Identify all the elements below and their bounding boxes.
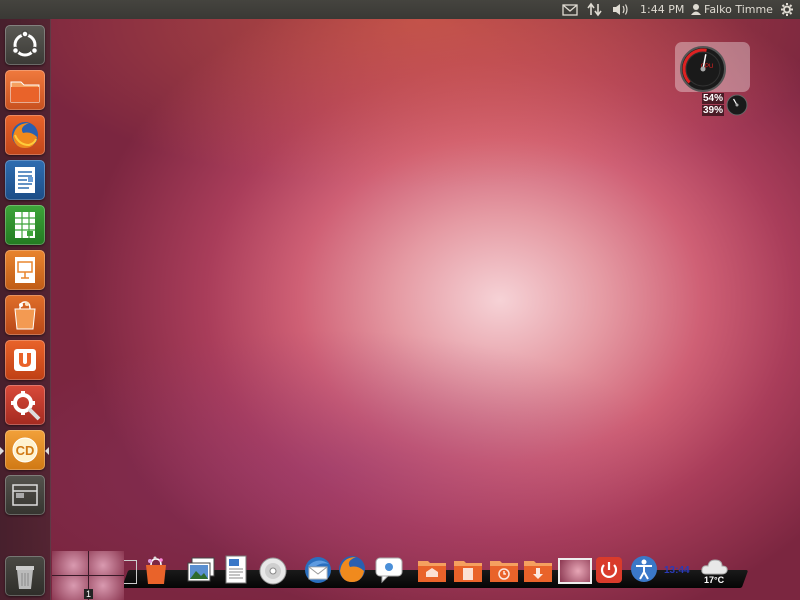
calc-icon — [15, 212, 35, 238]
system-settings-button[interactable] — [5, 385, 45, 425]
firefox-dock-icon[interactable] — [336, 553, 368, 585]
workspace-icon — [12, 484, 38, 506]
ubuntu-one-button[interactable] — [5, 340, 45, 380]
libreoffice-impress-button[interactable] — [5, 250, 45, 290]
cairo-dock: 1 13:44 17°C — [0, 548, 800, 600]
firefox-button[interactable] — [5, 115, 45, 155]
impress-icon — [15, 257, 35, 283]
home-folder-dock-icon[interactable] — [416, 556, 448, 584]
dash-home-button[interactable] — [5, 25, 45, 65]
cairo-dock-button[interactable]: CD — [5, 430, 45, 470]
clock-label[interactable]: 1:44 PM — [640, 0, 684, 19]
cd-disc-icon[interactable] — [258, 556, 288, 586]
user-name[interactable]: Falko Timme — [704, 0, 773, 19]
chat-bubble-icon[interactable] — [374, 555, 404, 585]
shopping-bag-icon — [14, 301, 36, 330]
writer-icon — [15, 167, 35, 193]
workspace-preview[interactable]: 1 — [52, 551, 124, 600]
mail-icon[interactable] — [562, 0, 578, 19]
cpu-gauge-icon: CPU — [680, 46, 726, 92]
image-viewer-icon[interactable] — [186, 556, 216, 586]
power-icon[interactable] — [594, 556, 624, 584]
software-center-button[interactable] — [5, 295, 45, 335]
workspace-preview-edge — [124, 560, 137, 584]
software-center-dock-icon[interactable] — [142, 556, 170, 586]
recent-folder-icon[interactable] — [488, 556, 520, 584]
network-icon[interactable] — [587, 0, 603, 19]
gear-icon[interactable] — [780, 0, 794, 19]
user-icon — [690, 0, 702, 19]
volume-icon[interactable] — [611, 0, 631, 19]
show-desktop-icon[interactable] — [558, 558, 592, 584]
svg-text:CD: CD — [16, 443, 35, 458]
downloads-folder-icon[interactable] — [522, 556, 554, 584]
document-viewer-icon[interactable] — [224, 554, 250, 586]
launcher-running-pip-icon — [0, 447, 4, 455]
home-folder-button[interactable] — [5, 70, 45, 110]
top-panel: 1:44 PM Falko Timme — [0, 0, 800, 19]
libreoffice-calc-button[interactable] — [5, 205, 45, 245]
workspace-switcher-button[interactable] — [5, 475, 45, 515]
workspace-number: 1 — [84, 589, 94, 599]
cairo-dock-icon: CD — [12, 437, 38, 463]
settings-icon — [11, 391, 41, 421]
folder-icon — [10, 81, 40, 103]
ubuntu-one-icon — [14, 349, 36, 371]
ubuntu-logo-icon — [11, 30, 39, 57]
firefox-icon — [12, 122, 38, 148]
thunderbird-icon[interactable] — [302, 554, 334, 586]
memory-gauge-icon — [726, 94, 748, 116]
documents-folder-icon[interactable] — [452, 556, 484, 584]
weather-temperature: 17°C — [704, 575, 725, 585]
memory-percent: 39% — [702, 105, 725, 116]
unity-launcher: CD — [0, 19, 51, 600]
dock-clock[interactable]: 13:44 — [664, 565, 690, 576]
accessibility-icon[interactable] — [630, 555, 658, 583]
launcher-active-arrow-icon — [45, 447, 49, 455]
libreoffice-writer-button[interactable] — [5, 160, 45, 200]
cpu-percent: 54% — [702, 93, 725, 104]
cpu-monitor-widget[interactable]: CPU 54% 39% — [675, 42, 750, 117]
